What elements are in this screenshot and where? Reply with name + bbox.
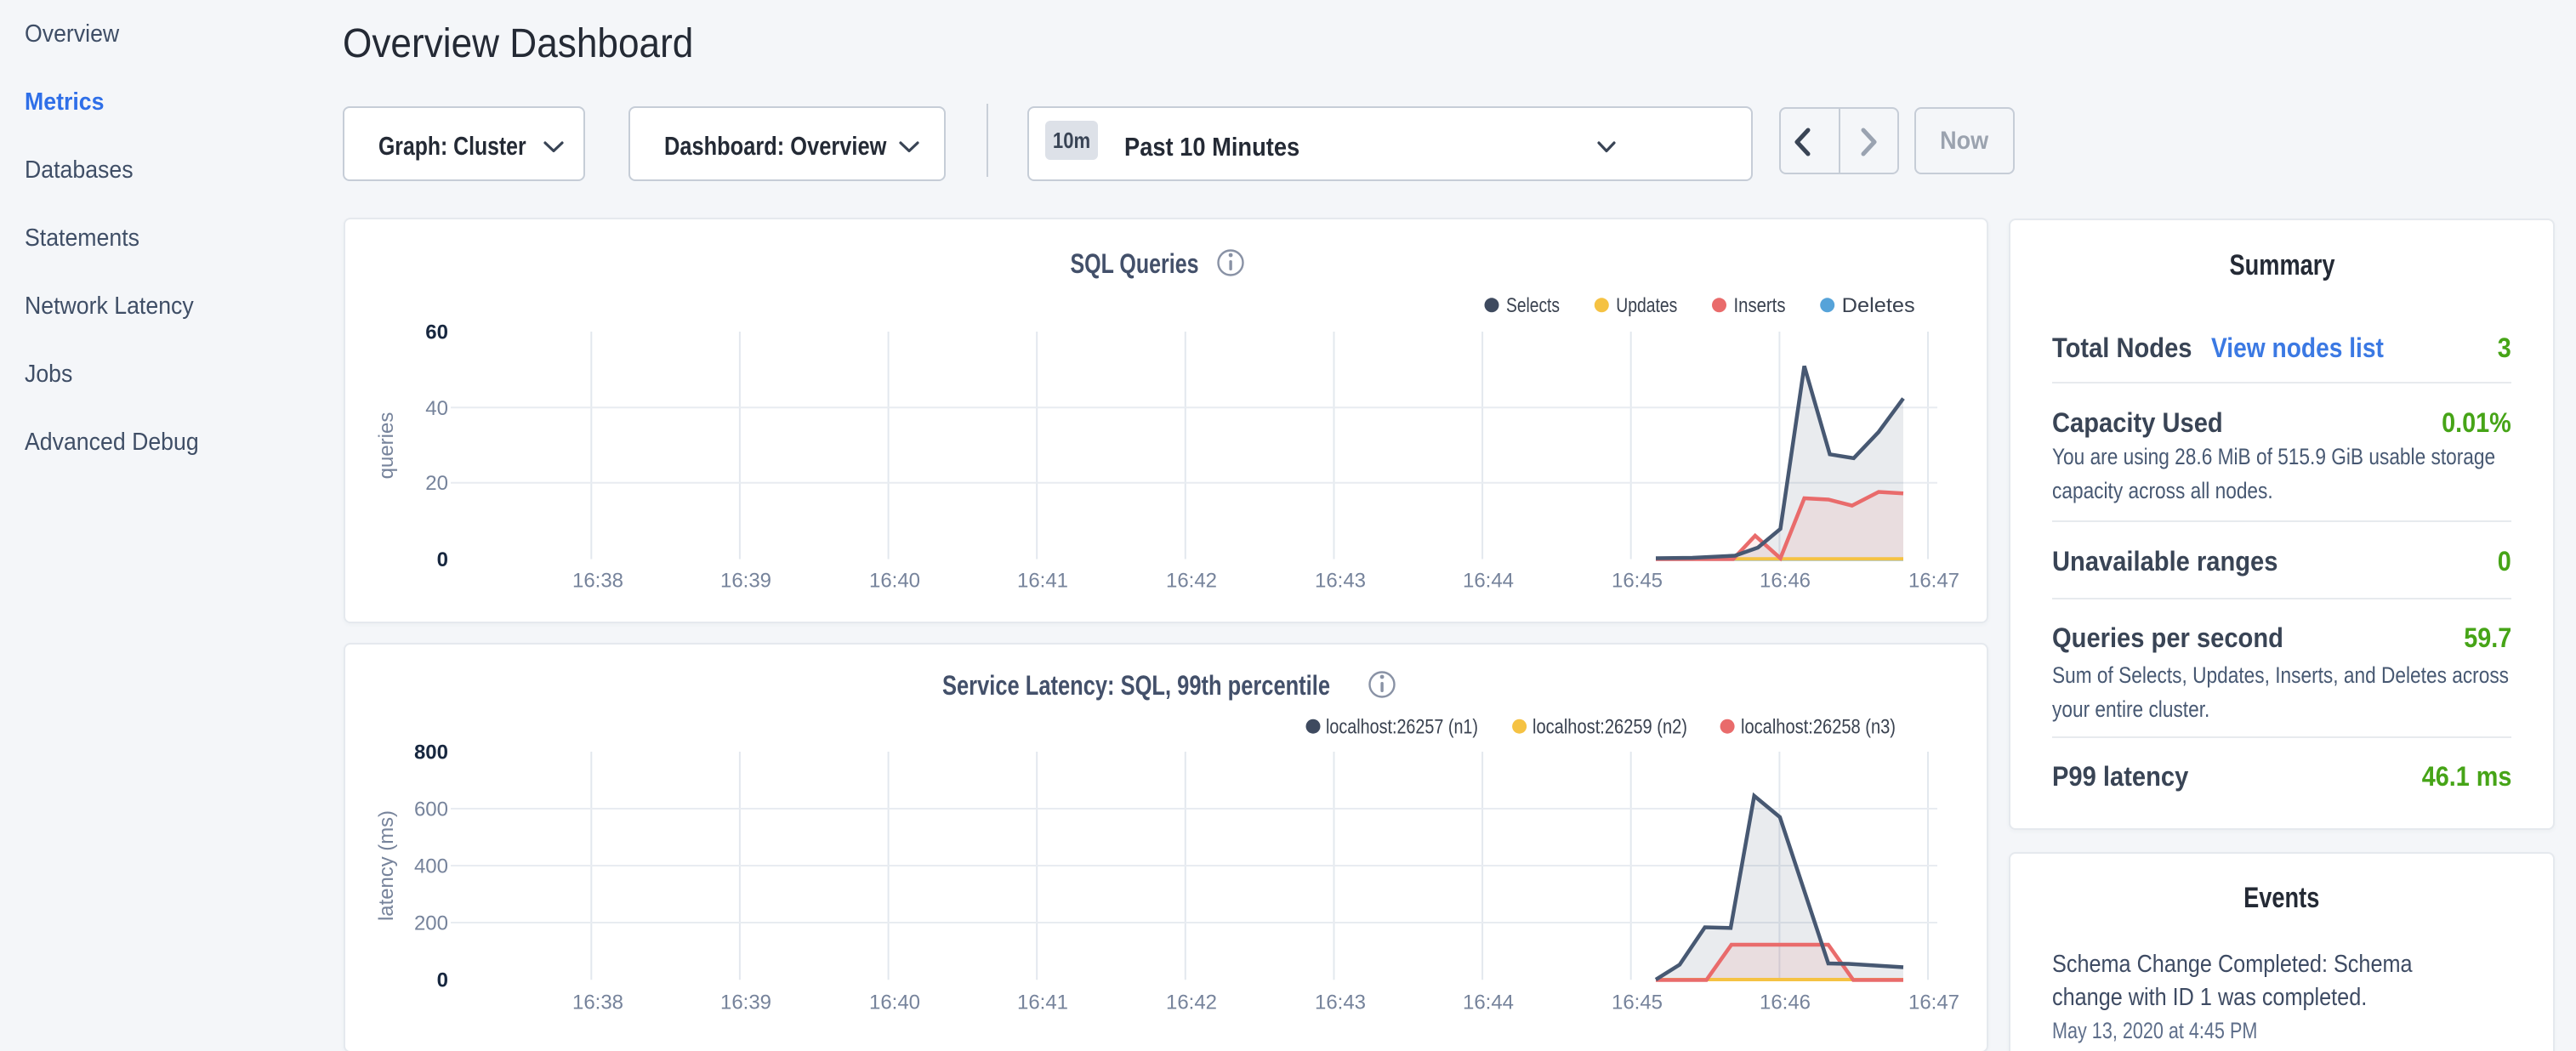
svg-text:40: 40: [425, 397, 448, 420]
svg-text:600: 600: [414, 798, 448, 821]
svg-text:0: 0: [437, 969, 448, 992]
svg-text:16:42: 16:42: [1166, 991, 1217, 1014]
svg-text:16:46: 16:46: [1760, 991, 1811, 1014]
svg-text:20: 20: [425, 472, 448, 495]
svg-text:200: 200: [414, 912, 448, 935]
svg-text:Service Latency: SQL, 99th per: Service Latency: SQL, 99th percentile: [942, 670, 1330, 701]
svg-text:16:44: 16:44: [1463, 570, 1514, 593]
svg-text:16:38: 16:38: [572, 991, 623, 1014]
svg-text:0: 0: [437, 548, 448, 571]
svg-text:localhost:26259 (n2): localhost:26259 (n2): [1533, 715, 1687, 738]
svg-text:16:47: 16:47: [1908, 991, 1959, 1014]
svg-text:Updates: Updates: [1616, 294, 1677, 317]
svg-text:16:44: 16:44: [1463, 991, 1514, 1014]
svg-text:Deletes: Deletes: [1842, 294, 1915, 317]
svg-text:16:41: 16:41: [1017, 570, 1068, 593]
svg-text:16:43: 16:43: [1315, 991, 1366, 1014]
svg-text:Inserts: Inserts: [1734, 294, 1786, 317]
svg-text:16:42: 16:42: [1166, 570, 1217, 593]
svg-text:16:41: 16:41: [1017, 991, 1068, 1014]
svg-text:16:45: 16:45: [1612, 570, 1663, 593]
svg-text:16:39: 16:39: [720, 570, 771, 593]
svg-text:16:46: 16:46: [1760, 570, 1811, 593]
svg-text:localhost:26258 (n3): localhost:26258 (n3): [1741, 715, 1896, 738]
svg-text:16:45: 16:45: [1612, 991, 1663, 1014]
svg-text:16:40: 16:40: [869, 991, 920, 1014]
svg-text:SQL Queries: SQL Queries: [1071, 248, 1199, 279]
svg-text:16:38: 16:38: [572, 570, 623, 593]
svg-text:400: 400: [414, 855, 448, 878]
svg-text:16:40: 16:40: [869, 570, 920, 593]
svg-text:latency (ms): latency (ms): [375, 810, 398, 921]
svg-text:60: 60: [425, 321, 448, 344]
svg-text:localhost:26257 (n1): localhost:26257 (n1): [1326, 715, 1478, 738]
svg-text:queries: queries: [375, 412, 398, 480]
svg-text:16:43: 16:43: [1315, 570, 1366, 593]
svg-text:800: 800: [414, 741, 448, 764]
svg-text:Selects: Selects: [1506, 294, 1560, 317]
svg-text:16:39: 16:39: [720, 991, 771, 1014]
svg-text:16:47: 16:47: [1908, 570, 1959, 593]
